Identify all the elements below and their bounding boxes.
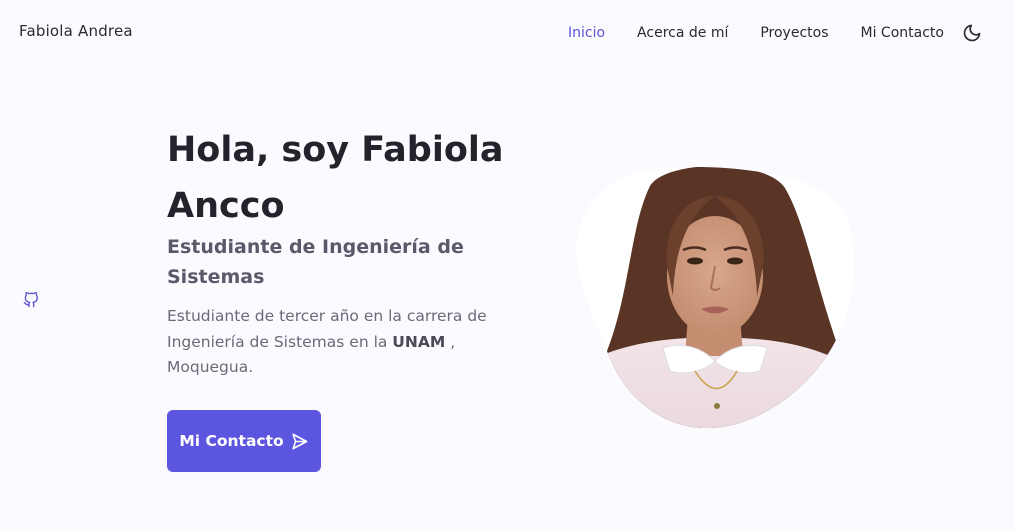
hero-subtitle: Estudiante de Ingeniería de Sistemas	[167, 236, 464, 288]
main-nav: Inicio Acerca de mí Proyectos Mi Contact…	[568, 23, 982, 43]
nav-link-inicio[interactable]: Inicio	[568, 25, 605, 41]
profile-photo	[575, 166, 855, 428]
nav-link-contacto[interactable]: Mi Contacto	[861, 25, 944, 41]
moon-icon[interactable]	[962, 23, 982, 43]
nav-link-proyectos[interactable]: Proyectos	[760, 25, 828, 41]
contact-button[interactable]: Mi Contacto	[167, 410, 321, 472]
hero-title: Hola, soy Fabiola Ancco	[167, 130, 504, 226]
nav-link-acerca[interactable]: Acerca de mí	[637, 25, 728, 41]
site-header: Fabiola Andrea Inicio Acerca de mí Proye…	[0, 0, 1015, 64]
send-icon	[292, 433, 308, 449]
site-logo[interactable]: Fabiola Andrea	[19, 22, 133, 40]
hero-description-university: UNAM	[392, 332, 446, 351]
github-icon[interactable]	[23, 291, 39, 308]
hero-description: Estudiante de tercer año en la carrera d…	[167, 304, 507, 381]
contact-button-label: Mi Contacto	[179, 432, 284, 450]
